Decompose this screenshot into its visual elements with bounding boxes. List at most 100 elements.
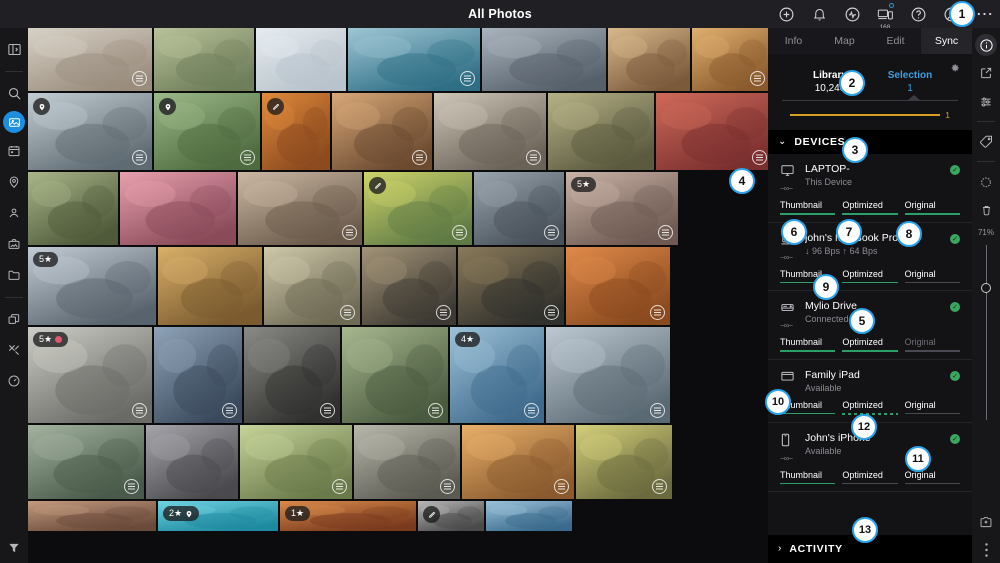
- sync-quality-optimized[interactable]: Optimized: [842, 470, 898, 484]
- stack-badge-icon[interactable]: [340, 305, 355, 320]
- stack-badge-icon[interactable]: [554, 479, 569, 494]
- photo-thumbnail[interactable]: [608, 28, 690, 91]
- selection-stat[interactable]: Selection 1: [870, 70, 950, 94]
- device-row[interactable]: −∞− LAPTOP- This Device ✓ Thumbnail Optimized…: [768, 154, 972, 223]
- sidebar-item-dashboard[interactable]: [2, 368, 26, 394]
- photo-thumbnail[interactable]: [348, 28, 480, 91]
- photo-thumbnail[interactable]: [692, 28, 768, 91]
- photo-thumbnail[interactable]: [342, 327, 448, 423]
- photo-thumbnail[interactable]: [482, 28, 606, 91]
- rotate-icon[interactable]: [974, 169, 998, 194]
- photo-thumbnail[interactable]: [146, 425, 238, 499]
- sync-quality-original[interactable]: Original: [904, 269, 960, 283]
- stack-badge-icon[interactable]: [650, 305, 665, 320]
- info-icon[interactable]: [975, 34, 997, 56]
- photo-thumbnail[interactable]: [546, 327, 670, 423]
- sidebar-item-stacks[interactable]: [2, 306, 26, 332]
- photo-thumbnail[interactable]: [332, 93, 432, 170]
- add-photo-icon[interactable]: [974, 509, 998, 534]
- photo-thumbnail[interactable]: [28, 172, 118, 245]
- photo-thumbnail[interactable]: [354, 425, 460, 499]
- panel-toggle-icon[interactable]: [2, 36, 26, 62]
- stack-badge-icon[interactable]: [524, 403, 539, 418]
- photo-thumbnail[interactable]: [28, 425, 144, 499]
- photo-thumbnail[interactable]: [154, 93, 260, 170]
- photo-thumbnail[interactable]: [486, 501, 572, 531]
- export-icon[interactable]: [974, 60, 998, 85]
- sync-quality-original[interactable]: Original: [904, 400, 960, 415]
- zoom-slider[interactable]: [981, 245, 991, 420]
- sync-quality-original[interactable]: Original: [904, 200, 960, 215]
- stack-badge-icon[interactable]: [332, 479, 347, 494]
- stack-badge-icon[interactable]: [222, 403, 237, 418]
- filter-icon[interactable]: [0, 541, 28, 555]
- photo-thumbnail[interactable]: [576, 425, 672, 499]
- photo-thumbnail[interactable]: [262, 93, 330, 170]
- devices-section-header[interactable]: ⌄ DEVICES: [768, 130, 972, 154]
- tab-sync[interactable]: Sync: [921, 28, 972, 54]
- photo-grid[interactable]: 5★ 5★ 5★ 4★ 2★ 1★: [28, 28, 768, 563]
- photo-thumbnail[interactable]: 4★: [450, 327, 544, 423]
- photo-thumbnail[interactable]: [28, 28, 152, 91]
- photo-thumbnail[interactable]: [462, 425, 574, 499]
- sync-quality-optimized[interactable]: Optimized: [842, 200, 898, 215]
- photo-thumbnail[interactable]: [566, 247, 670, 325]
- photo-thumbnail[interactable]: [28, 93, 152, 170]
- sync-quality-original[interactable]: Original: [904, 337, 960, 352]
- search-icon[interactable]: [2, 80, 26, 106]
- more-options-icon[interactable]: [974, 4, 994, 24]
- stack-badge-icon[interactable]: [440, 479, 455, 494]
- stack-badge-icon[interactable]: [652, 479, 667, 494]
- photo-thumbnail[interactable]: [158, 247, 262, 325]
- stack-badge-icon[interactable]: [320, 403, 335, 418]
- photo-thumbnail[interactable]: 5★: [28, 247, 156, 325]
- photo-thumbnail[interactable]: 2★: [158, 501, 278, 531]
- photo-thumbnail[interactable]: [244, 327, 340, 423]
- activity-pulse-icon[interactable]: [842, 4, 862, 24]
- stack-badge-icon[interactable]: [132, 150, 147, 165]
- stack-badge-icon[interactable]: [436, 305, 451, 320]
- stack-badge-icon[interactable]: [650, 403, 665, 418]
- sidebar-item-photos[interactable]: [3, 111, 25, 133]
- photo-thumbnail[interactable]: [458, 247, 564, 325]
- sync-quality-optimized[interactable]: Optimized: [842, 269, 898, 283]
- tab-map[interactable]: Map: [819, 28, 870, 54]
- zoom-slider-handle[interactable]: [981, 283, 991, 293]
- sidebar-item-calendar[interactable]: [2, 138, 26, 164]
- add-icon[interactable]: [776, 4, 796, 24]
- photo-thumbnail[interactable]: [264, 247, 360, 325]
- tab-edit[interactable]: Edit: [870, 28, 921, 54]
- photo-thumbnail[interactable]: 5★: [566, 172, 678, 245]
- sync-quality-thumbnail[interactable]: Thumbnail: [780, 200, 836, 215]
- sidebar-item-people[interactable]: [2, 200, 26, 226]
- sidebar-item-map[interactable]: [2, 169, 26, 195]
- stack-badge-icon[interactable]: [132, 403, 147, 418]
- sync-quality-original[interactable]: Original: [904, 470, 960, 484]
- photo-thumbnail[interactable]: [418, 501, 484, 531]
- stack-badge-icon[interactable]: [124, 479, 139, 494]
- photo-thumbnail[interactable]: [154, 28, 254, 91]
- photo-thumbnail[interactable]: [364, 172, 472, 245]
- sidebar-item-folders[interactable]: [2, 262, 26, 288]
- stack-badge-icon[interactable]: [412, 150, 427, 165]
- sync-quality-optimized[interactable]: Optimized: [842, 400, 898, 415]
- photo-thumbnail[interactable]: [120, 172, 236, 245]
- sync-quality-thumbnail[interactable]: Thumbnail: [780, 470, 836, 484]
- stack-badge-icon[interactable]: [460, 71, 475, 86]
- device-row[interactable]: Family iPad Available ✓ Thumbnail Optimized O…: [768, 360, 972, 423]
- stack-badge-icon[interactable]: [544, 305, 559, 320]
- stack-badge-icon[interactable]: [752, 150, 767, 165]
- photo-thumbnail[interactable]: [548, 93, 654, 170]
- photo-thumbnail[interactable]: [256, 28, 346, 91]
- photo-thumbnail[interactable]: [28, 501, 156, 531]
- stack-badge-icon[interactable]: [132, 71, 147, 86]
- sidebar-item-events[interactable]: [2, 231, 26, 257]
- stack-badge-icon[interactable]: [658, 225, 673, 240]
- more-vertical-icon[interactable]: [974, 543, 998, 557]
- sidebar-item-tools[interactable]: [2, 337, 26, 363]
- gear-icon[interactable]: [950, 60, 960, 78]
- stack-badge-icon[interactable]: [750, 71, 765, 86]
- sync-quality-thumbnail[interactable]: Thumbnail: [780, 337, 836, 352]
- photo-thumbnail[interactable]: [474, 172, 564, 245]
- tag-icon[interactable]: [974, 129, 998, 154]
